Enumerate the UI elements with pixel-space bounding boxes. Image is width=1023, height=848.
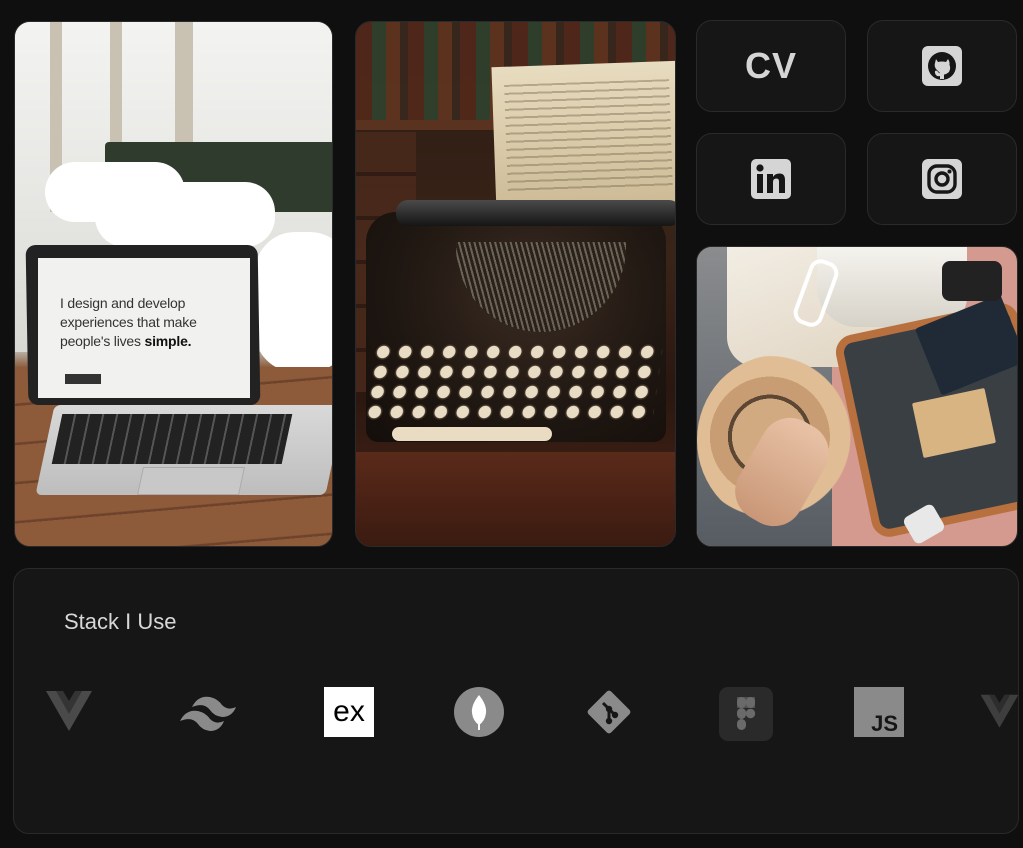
- mongodb-icon: [454, 687, 504, 737]
- github-button[interactable]: [867, 20, 1017, 112]
- suitcase-photo: [696, 246, 1018, 547]
- svg-text:ex: ex: [333, 695, 365, 728]
- vue-icon: [979, 687, 1018, 737]
- javascript-icon: JS: [854, 687, 904, 737]
- github-icon: [922, 46, 962, 86]
- linkedin-button[interactable]: [696, 133, 846, 225]
- svg-text:JS: JS: [871, 711, 898, 736]
- laptop-screen-text: I design and develop experiences that ma…: [60, 295, 197, 349]
- stack-section: Stack I Use ex JS: [13, 568, 1019, 834]
- express-icon: ex: [324, 687, 374, 737]
- cv-button[interactable]: CV: [696, 20, 846, 112]
- instagram-icon: [922, 159, 962, 199]
- git-icon: [584, 687, 634, 737]
- vue-icon: [44, 687, 94, 737]
- cv-label: CV: [744, 45, 797, 86]
- stack-title: Stack I Use: [64, 609, 177, 634]
- instagram-button[interactable]: [867, 133, 1017, 225]
- laptop-photo: I design and develop experiences that ma…: [14, 21, 333, 547]
- figma-icon: [719, 687, 773, 741]
- typewriter-photo: [355, 21, 676, 547]
- tailwind-icon: [174, 687, 246, 737]
- linkedin-icon: [751, 159, 791, 199]
